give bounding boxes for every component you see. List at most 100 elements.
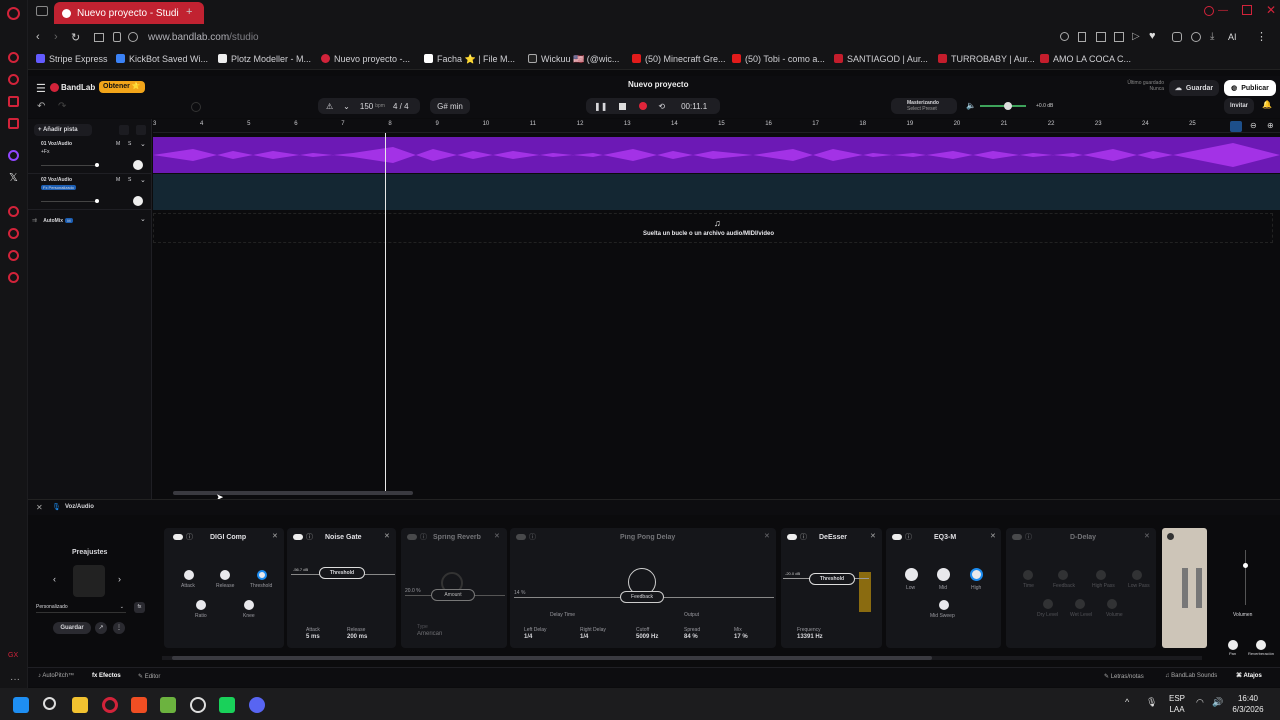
gx-icon[interactable]: GX — [8, 652, 18, 659]
tempo-controls[interactable]: ⚠ ⌄ 150 bpm 4 / 4 — [318, 98, 420, 114]
volume-fader[interactable] — [1245, 550, 1246, 605]
plugin-partial[interactable] — [1162, 528, 1207, 648]
maximize-icon[interactable] — [1242, 5, 1252, 15]
mute-button[interactable]: M — [116, 141, 120, 147]
zoom-out-icon[interactable]: ⊖ — [1250, 121, 1257, 130]
tool-icon[interactable] — [119, 125, 129, 135]
bookmark-item[interactable]: Nuevo proyecto -... — [321, 54, 410, 64]
language-indicator[interactable]: ESP LAA — [1164, 693, 1190, 715]
plugin-deesser[interactable]: ⓘ DeEsser ✕ -20.0 dB Threshold Frequency… — [781, 528, 882, 648]
high-knob[interactable] — [970, 568, 983, 581]
plugin-eq3-m[interactable]: ⓘ EQ3-M ✕ Low Mid High Mid Sweep — [886, 528, 1001, 648]
next-preset-icon[interactable]: › — [118, 574, 121, 584]
track-volume-slider[interactable] — [41, 165, 99, 166]
right-delay-value[interactable]: 1/4 — [580, 634, 588, 640]
file-explorer-icon[interactable] — [72, 697, 88, 713]
threshold-control[interactable]: Threshold — [319, 567, 365, 579]
attack-knob[interactable] — [184, 570, 194, 580]
plugin-toggle[interactable] — [516, 534, 526, 540]
plugin-spring-reverb[interactable]: ⓘ Spring Reverb ✕ 20.0 % Amount Type Ame… — [401, 528, 507, 648]
player-icon[interactable]: ▷ — [1132, 31, 1140, 42]
twitch-icon[interactable] — [8, 150, 19, 161]
solo-button[interactable]: S — [128, 177, 131, 183]
stop-icon[interactable] — [619, 102, 627, 110]
minimize-icon[interactable]: — — [1218, 5, 1228, 16]
sidebar-app-icon[interactable] — [8, 206, 19, 217]
ratio-knob[interactable] — [196, 600, 206, 610]
notifications-icon[interactable]: 🔔 — [1262, 100, 1272, 109]
pan-knob[interactable] — [133, 196, 143, 206]
share-icon[interactable]: ↗ — [95, 622, 107, 634]
plugin-digi-comp[interactable]: ⓘ DIGI Comp ✕ Attack Release Threshold R… — [164, 528, 284, 648]
track-volume-thumb[interactable] — [95, 163, 99, 167]
track-volume-slider[interactable] — [41, 201, 99, 202]
lock-icon[interactable] — [113, 32, 121, 42]
pause-icon[interactable]: ❚❚ — [594, 102, 607, 111]
bookmark-item[interactable]: (50) Tobi - como a... — [732, 54, 825, 64]
prev-preset-icon[interactable]: ‹ — [53, 574, 56, 584]
opera-logo-icon[interactable] — [7, 7, 20, 20]
info-icon[interactable]: ⓘ — [800, 532, 807, 542]
info-icon[interactable]: ⓘ — [306, 532, 313, 542]
more-icon[interactable]: ··· — [10, 674, 20, 685]
efectos-tab[interactable]: fx Efectos — [92, 673, 121, 679]
feedback-control[interactable]: Feedback — [620, 591, 664, 603]
drop-zone[interactable]: ♫ Suelta un bucle o un archivo audio/MID… — [153, 213, 1273, 243]
info-icon[interactable]: ⓘ — [186, 532, 193, 542]
capcut-icon[interactable] — [219, 697, 235, 713]
bookmark-page-icon[interactable] — [1078, 32, 1086, 42]
mid-sweep-knob[interactable] — [939, 600, 949, 610]
add-track-button[interactable]: + Añadir pista — [34, 124, 92, 136]
metronome-icon[interactable] — [191, 102, 201, 112]
fx-scrollbar-thumb[interactable] — [172, 656, 932, 660]
redo-icon[interactable]: ↷ — [58, 101, 66, 112]
sidebar-app-icon[interactable] — [8, 74, 19, 85]
record-icon[interactable] — [639, 102, 648, 110]
mix-value[interactable]: 17 % — [734, 634, 748, 640]
back-icon[interactable]: ‹ — [36, 31, 40, 43]
fx-button[interactable]: +Fx — [41, 149, 49, 155]
shortcuts-button[interactable]: ⌘ Atajos — [1236, 672, 1262, 679]
tab-active[interactable]: Nuevo proyecto - Studi — [54, 2, 204, 24]
spread-value[interactable]: 84 % — [684, 634, 698, 640]
plugin-toggle[interactable] — [173, 534, 183, 540]
bookmark-item[interactable]: Stripe Express — [36, 54, 108, 64]
tool-icon[interactable] — [136, 125, 146, 135]
close-icon[interactable]: ✕ — [1266, 3, 1276, 17]
reverb-knob[interactable] — [1256, 640, 1266, 650]
time-signature[interactable]: 4 / 4 — [393, 102, 409, 111]
search-icon[interactable] — [43, 697, 56, 710]
key-selector[interactable]: G# min — [430, 98, 470, 114]
feedback-knob[interactable] — [1058, 570, 1068, 580]
brave-icon[interactable] — [131, 697, 147, 713]
profile-icon[interactable] — [1191, 32, 1201, 42]
history-icon[interactable] — [8, 228, 19, 239]
time-knob[interactable] — [1023, 570, 1033, 580]
page-search-icon[interactable] — [1060, 32, 1069, 41]
pan-knob[interactable] — [133, 160, 143, 170]
close-icon[interactable]: ✕ — [36, 503, 43, 512]
fx-icon[interactable]: fx — [134, 602, 145, 613]
autopitch-tab[interactable]: ♪ AutoPitch™ — [38, 673, 74, 679]
threshold-knob[interactable] — [257, 570, 267, 580]
pan-knob[interactable] — [1228, 640, 1238, 650]
bookmark-item[interactable]: SANTIAGOD | Aur... — [834, 54, 928, 64]
snap-icon[interactable] — [1230, 121, 1242, 132]
brand[interactable]: BandLab — [61, 83, 95, 92]
chevron-down-icon[interactable]: ⌄ — [140, 140, 146, 148]
track-header-2[interactable]: 02 Voz/Audio Fx Personalizado M S ⌄ — [28, 174, 152, 210]
clock[interactable]: 16:40 6/3/2026 — [1228, 693, 1268, 715]
app-icon[interactable] — [190, 697, 206, 713]
fader[interactable] — [1182, 568, 1188, 608]
volume-knob[interactable] — [1107, 599, 1117, 609]
automix-row[interactable]: ⇉ AutoMix M ⌄ — [32, 215, 150, 227]
bookmark-item[interactable]: Wickuu 🇺🇸 (@wic... — [528, 54, 619, 65]
sidebar-app-icon[interactable] — [8, 96, 19, 107]
info-icon[interactable]: ⓘ — [905, 532, 912, 542]
solo-button[interactable]: S — [128, 141, 131, 147]
close-icon[interactable]: ✕ — [494, 532, 500, 540]
empty-track-2[interactable] — [153, 174, 1280, 210]
bookmark-item[interactable]: KickBot Saved Wi... — [116, 54, 208, 64]
download-icon[interactable]: ⤓ — [1210, 31, 1214, 42]
audio-region-track-1[interactable] — [153, 137, 1280, 173]
